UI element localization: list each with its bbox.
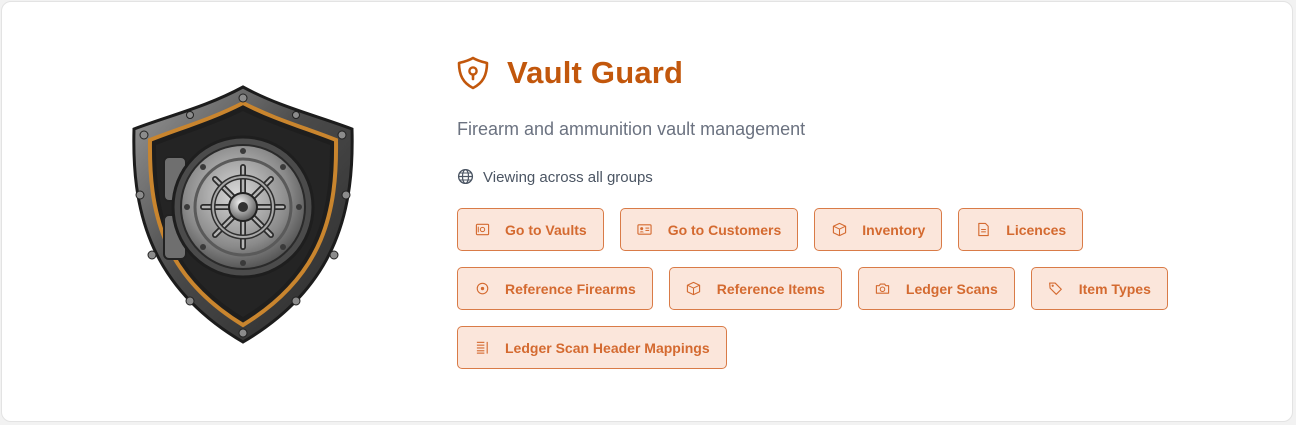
list-icon — [474, 340, 490, 356]
crosshair-icon — [474, 281, 490, 297]
ledger-scans-button[interactable]: Ledger Scans — [857, 267, 1015, 310]
scope-text: Viewing across all groups — [483, 168, 653, 186]
ledger-scan-header-mappings-label: Ledger Scan Header Mappings — [505, 339, 710, 356]
reference-items-button[interactable]: Reference Items — [668, 267, 842, 310]
title-row: Vault Guard — [457, 54, 1277, 92]
content-panel: Vault Guard Firearm and ammunition vault… — [457, 54, 1277, 385]
licences-button[interactable]: Licences — [958, 208, 1084, 251]
home-card: Vault Guard Firearm and ammunition vault… — [1, 1, 1293, 422]
ledger-scans-label: Ledger Scans — [905, 280, 998, 297]
shield-keyhole-icon — [457, 55, 491, 91]
item-types-button[interactable]: Item Types — [1030, 267, 1168, 310]
inventory-label: Inventory — [862, 221, 926, 238]
vault-shield-logo — [130, 85, 356, 345]
licences-label: Licences — [1006, 221, 1067, 238]
globe-icon — [457, 168, 475, 186]
navigation-buttons: Go to Vaults Go to Customers Inventory L… — [457, 208, 1277, 369]
id-card-icon — [637, 222, 653, 238]
go-to-customers-button[interactable]: Go to Customers — [619, 208, 799, 251]
document-icon — [975, 222, 991, 238]
reference-items-label: Reference Items — [716, 280, 825, 297]
go-to-customers-label: Go to Customers — [667, 221, 782, 238]
scope-indicator: Viewing across all groups — [457, 168, 1277, 186]
go-to-vaults-label: Go to Vaults — [505, 221, 587, 238]
item-types-label: Item Types — [1078, 280, 1151, 297]
camera-icon — [875, 281, 891, 297]
ledger-scan-header-mappings-button[interactable]: Ledger Scan Header Mappings — [457, 326, 727, 369]
page-subtitle: Firearm and ammunition vault management — [457, 119, 806, 139]
go-to-vaults-button[interactable]: Go to Vaults — [457, 208, 604, 251]
tag-icon — [1048, 281, 1064, 297]
box-icon — [831, 222, 847, 238]
vault-icon — [474, 222, 490, 238]
reference-firearms-label: Reference Firearms — [505, 280, 636, 297]
inventory-button[interactable]: Inventory — [814, 208, 943, 251]
package-icon — [686, 281, 702, 297]
page-title: Vault Guard — [507, 55, 684, 90]
reference-firearms-button[interactable]: Reference Firearms — [457, 267, 653, 310]
